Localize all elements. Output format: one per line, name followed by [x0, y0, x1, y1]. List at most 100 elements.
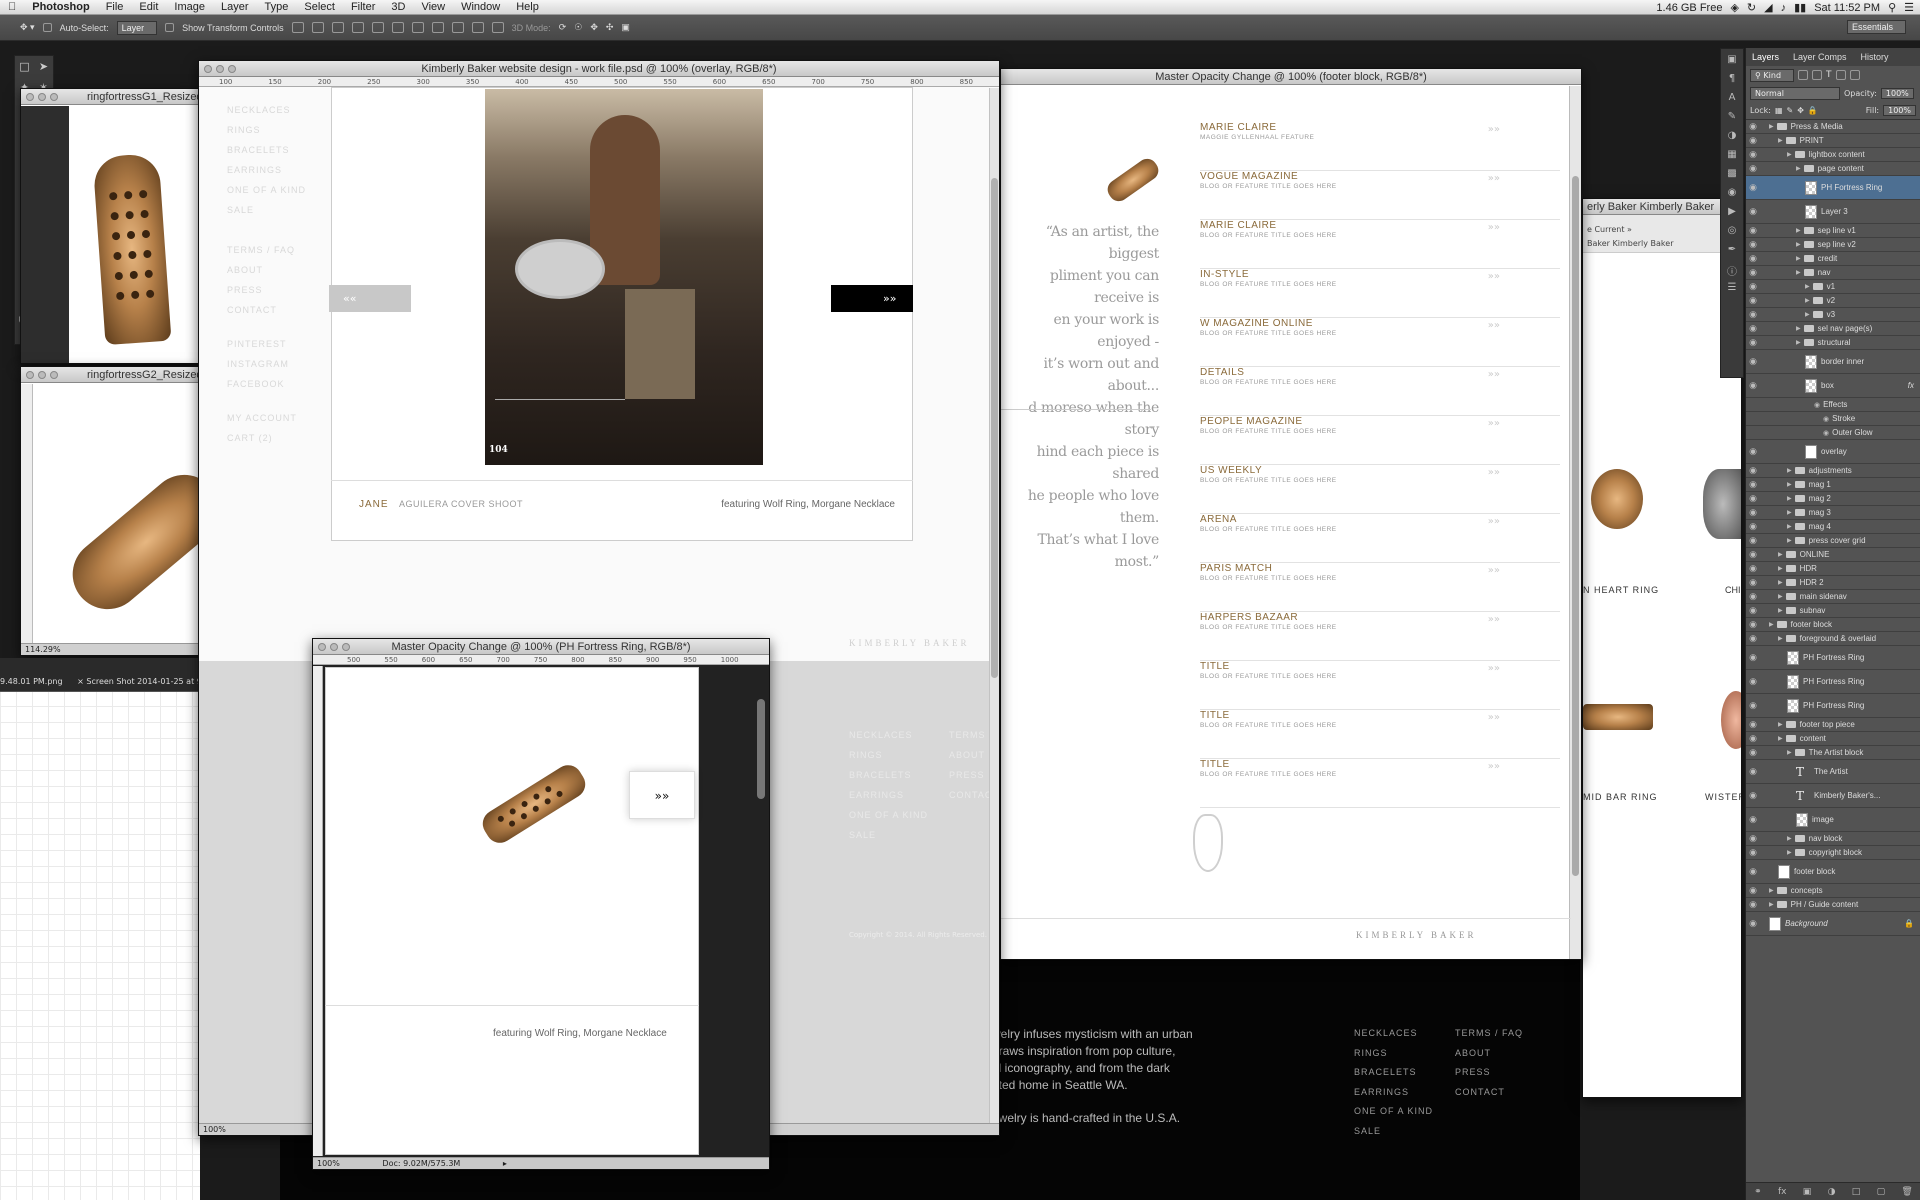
expand-triangle-icon[interactable]: ▶	[1769, 901, 1774, 908]
layer-thumbnail[interactable]	[1805, 354, 1817, 369]
scroll-thumb[interactable]	[991, 178, 998, 678]
visibility-eye-icon[interactable]: ◉	[1746, 563, 1760, 574]
layer-row[interactable]: ◉ ▶ sep line v2	[1746, 238, 1920, 252]
tab-layers[interactable]: Layers	[1750, 52, 1781, 62]
press-item[interactable]: PARIS MATCH BLOG OR FEATURE TITLE GOES HE…	[1200, 563, 1560, 612]
nav-link[interactable]: PRESS	[227, 285, 337, 305]
press-item[interactable]: DETAILS BLOG OR FEATURE TITLE GOES HERE »»	[1200, 367, 1560, 416]
layer-row[interactable]: ◉ Outer Glow	[1746, 426, 1920, 440]
window-title-bar[interactable]: Kimberly Baker website design - work fil…	[199, 61, 999, 77]
visibility-eye-icon[interactable]: ◉	[1746, 899, 1760, 910]
expand-triangle-icon[interactable]: ▶	[1787, 509, 1792, 516]
effect-eye-icon[interactable]: ◉	[1814, 401, 1820, 409]
nav-link[interactable]: CONTACT	[227, 305, 337, 325]
expand-triangle-icon[interactable]: ▶	[1778, 565, 1783, 572]
vertical-scrollbar[interactable]	[989, 88, 999, 1124]
product-label[interactable]: WISTERI	[1705, 792, 1741, 802]
layer-thumbnail[interactable]	[1805, 180, 1817, 195]
visibility-eye-icon[interactable]: ◉	[1746, 225, 1760, 236]
visibility-eye-icon[interactable]: ◉	[1746, 676, 1760, 687]
layer-row[interactable]: ◉ PH Fortress Ring	[1746, 670, 1920, 694]
layer-row[interactable]: ◉ ▶ footer block	[1746, 618, 1920, 632]
press-item[interactable]: HARPERS BAZAAR BLOG OR FEATURE TITLE GOES…	[1200, 612, 1560, 661]
layer-row[interactable]: ◉ ▶ concepts	[1746, 884, 1920, 898]
layer-row[interactable]: ◉ ▶ v1	[1746, 280, 1920, 294]
visibility-eye-icon[interactable]: ◉	[1746, 833, 1760, 844]
effect-eye-icon[interactable]: ◉	[1823, 429, 1829, 437]
footer-nav-link[interactable]: ABOUT	[1455, 1044, 1555, 1064]
layer-row[interactable]: ◉ overlay	[1746, 440, 1920, 464]
expand-triangle-icon[interactable]: ▶	[1805, 283, 1810, 290]
layer-thumbnail[interactable]	[1769, 916, 1781, 931]
filter-kind-dropdown[interactable]: ⚲ Kind	[1750, 68, 1795, 82]
close-icon[interactable]: ×	[77, 677, 84, 686]
next-arrow-button[interactable]: »»	[831, 285, 913, 312]
visibility-eye-icon[interactable]: ◉	[1746, 719, 1760, 730]
layer-row[interactable]: ◉ ▶ foreground & overlaid	[1746, 632, 1920, 646]
nav-link[interactable]: EARRINGS	[227, 165, 337, 185]
visibility-eye-icon[interactable]: ◉	[1746, 465, 1760, 476]
layer-row[interactable]: ◉ ▶ structural	[1746, 336, 1920, 350]
3d-rotate-icon[interactable]: ⟳	[559, 22, 567, 33]
distribute-bottom-icon[interactable]	[451, 22, 464, 33]
actions-panel-icon[interactable]: ▶	[1725, 206, 1739, 220]
distribute-top-icon[interactable]	[411, 22, 424, 33]
nav-link[interactable]: PINTEREST	[227, 339, 337, 359]
3d-slide-icon[interactable]: ✣	[606, 22, 614, 33]
add-mask-icon[interactable]: ▣	[1803, 1187, 1812, 1197]
vertical-scrollbar[interactable]	[757, 699, 765, 799]
add-style-icon[interactable]: fx	[1778, 1187, 1787, 1197]
product-label[interactable]: N HEART RING	[1583, 585, 1659, 595]
layer-thumbnail[interactable]	[1805, 204, 1817, 219]
expand-triangle-icon[interactable]: ▶	[1769, 887, 1774, 894]
document-window-ring-1[interactable]: ringfortressG1_Resized	[20, 88, 200, 364]
horizontal-ruler[interactable]: 100 150 200 250 300 350 400 450 500 550 600 650 700 7…	[199, 77, 999, 87]
new-group-icon[interactable]: □	[1852, 1187, 1861, 1197]
layer-row[interactable]: ◉ border inner	[1746, 350, 1920, 374]
layer-row[interactable]: ◉ ▶ PH / Guide content	[1746, 898, 1920, 912]
filter-shape-icon[interactable]	[1835, 70, 1846, 80]
footer-nav-link[interactable]: ONE OF A KIND	[1354, 1102, 1454, 1122]
visibility-eye-icon[interactable]: ◉	[1746, 135, 1760, 146]
layer-thumbnail[interactable]	[1787, 650, 1799, 665]
press-item[interactable]: TITLE BLOG OR FEATURE TITLE GOES HERE »»	[1200, 759, 1560, 808]
layer-row[interactable]: ◉ ▶ sel nav page(s)	[1746, 322, 1920, 336]
menu-edit[interactable]: Edit	[131, 1, 166, 13]
screenshot-window[interactable]: 9.48.01 PM.png × Screen Shot 2014-01-25 …	[0, 658, 200, 1200]
layer-row[interactable]: ◉ ▶ content	[1746, 732, 1920, 746]
expand-triangle-icon[interactable]: ▶	[1796, 241, 1801, 248]
filter-pixel-icon[interactable]	[1798, 70, 1809, 80]
layer-row[interactable]: ◉ ▶ main sidenav	[1746, 590, 1920, 604]
nav-link[interactable]: BRACELETS	[227, 145, 337, 165]
footer-nav-link[interactable]: EARRINGS	[849, 785, 939, 805]
tab-history[interactable]: History	[1859, 52, 1891, 62]
visibility-eye-icon[interactable]: ◉	[1746, 479, 1760, 490]
tab-screenshot-1[interactable]: 9.48.01 PM.png	[0, 677, 63, 686]
nav-link[interactable]: FACEBOOK	[227, 379, 337, 399]
3d-scale-icon[interactable]: ▣	[621, 22, 630, 33]
layer-thumbnail[interactable]	[1787, 674, 1799, 689]
show-transform-checkbox[interactable]	[165, 23, 175, 32]
auto-align-icon[interactable]	[491, 22, 504, 33]
visibility-eye-icon[interactable]: ◉	[1746, 814, 1760, 825]
navigator-panel-icon[interactable]: ◉	[1725, 187, 1739, 201]
visibility-eye-icon[interactable]: ◉	[1746, 591, 1760, 602]
next-arrow-button[interactable]: »»	[629, 771, 695, 819]
layer-row[interactable]: ◉ ▶ adjustments	[1746, 464, 1920, 478]
footer-nav-link[interactable]: BRACELETS	[849, 765, 939, 785]
layer-row[interactable]: ◉ Background 🔒	[1746, 912, 1920, 936]
vertical-scrollbar[interactable]	[1569, 86, 1581, 959]
dropbox-icon[interactable]: ◈	[1730, 1, 1738, 14]
align-top-icon[interactable]	[291, 22, 304, 33]
nav-link[interactable]: RINGS	[227, 125, 337, 145]
layer-row[interactable]: ◉ T Kimberly Baker's...	[1746, 784, 1920, 808]
footer-nav-link[interactable]: RINGS	[1354, 1044, 1454, 1064]
visibility-eye-icon[interactable]: ◉	[1746, 747, 1760, 758]
lock-transparent-icon[interactable]: ▦	[1775, 106, 1783, 115]
app-menu[interactable]: Photoshop	[24, 1, 97, 13]
visibility-eye-icon[interactable]: ◉	[1746, 790, 1760, 801]
align-bottom-icon[interactable]	[331, 22, 344, 33]
visibility-eye-icon[interactable]: ◉	[1746, 633, 1760, 644]
zoom-level[interactable]: 100%	[317, 1159, 340, 1168]
layer-thumbnail[interactable]	[1787, 698, 1799, 713]
